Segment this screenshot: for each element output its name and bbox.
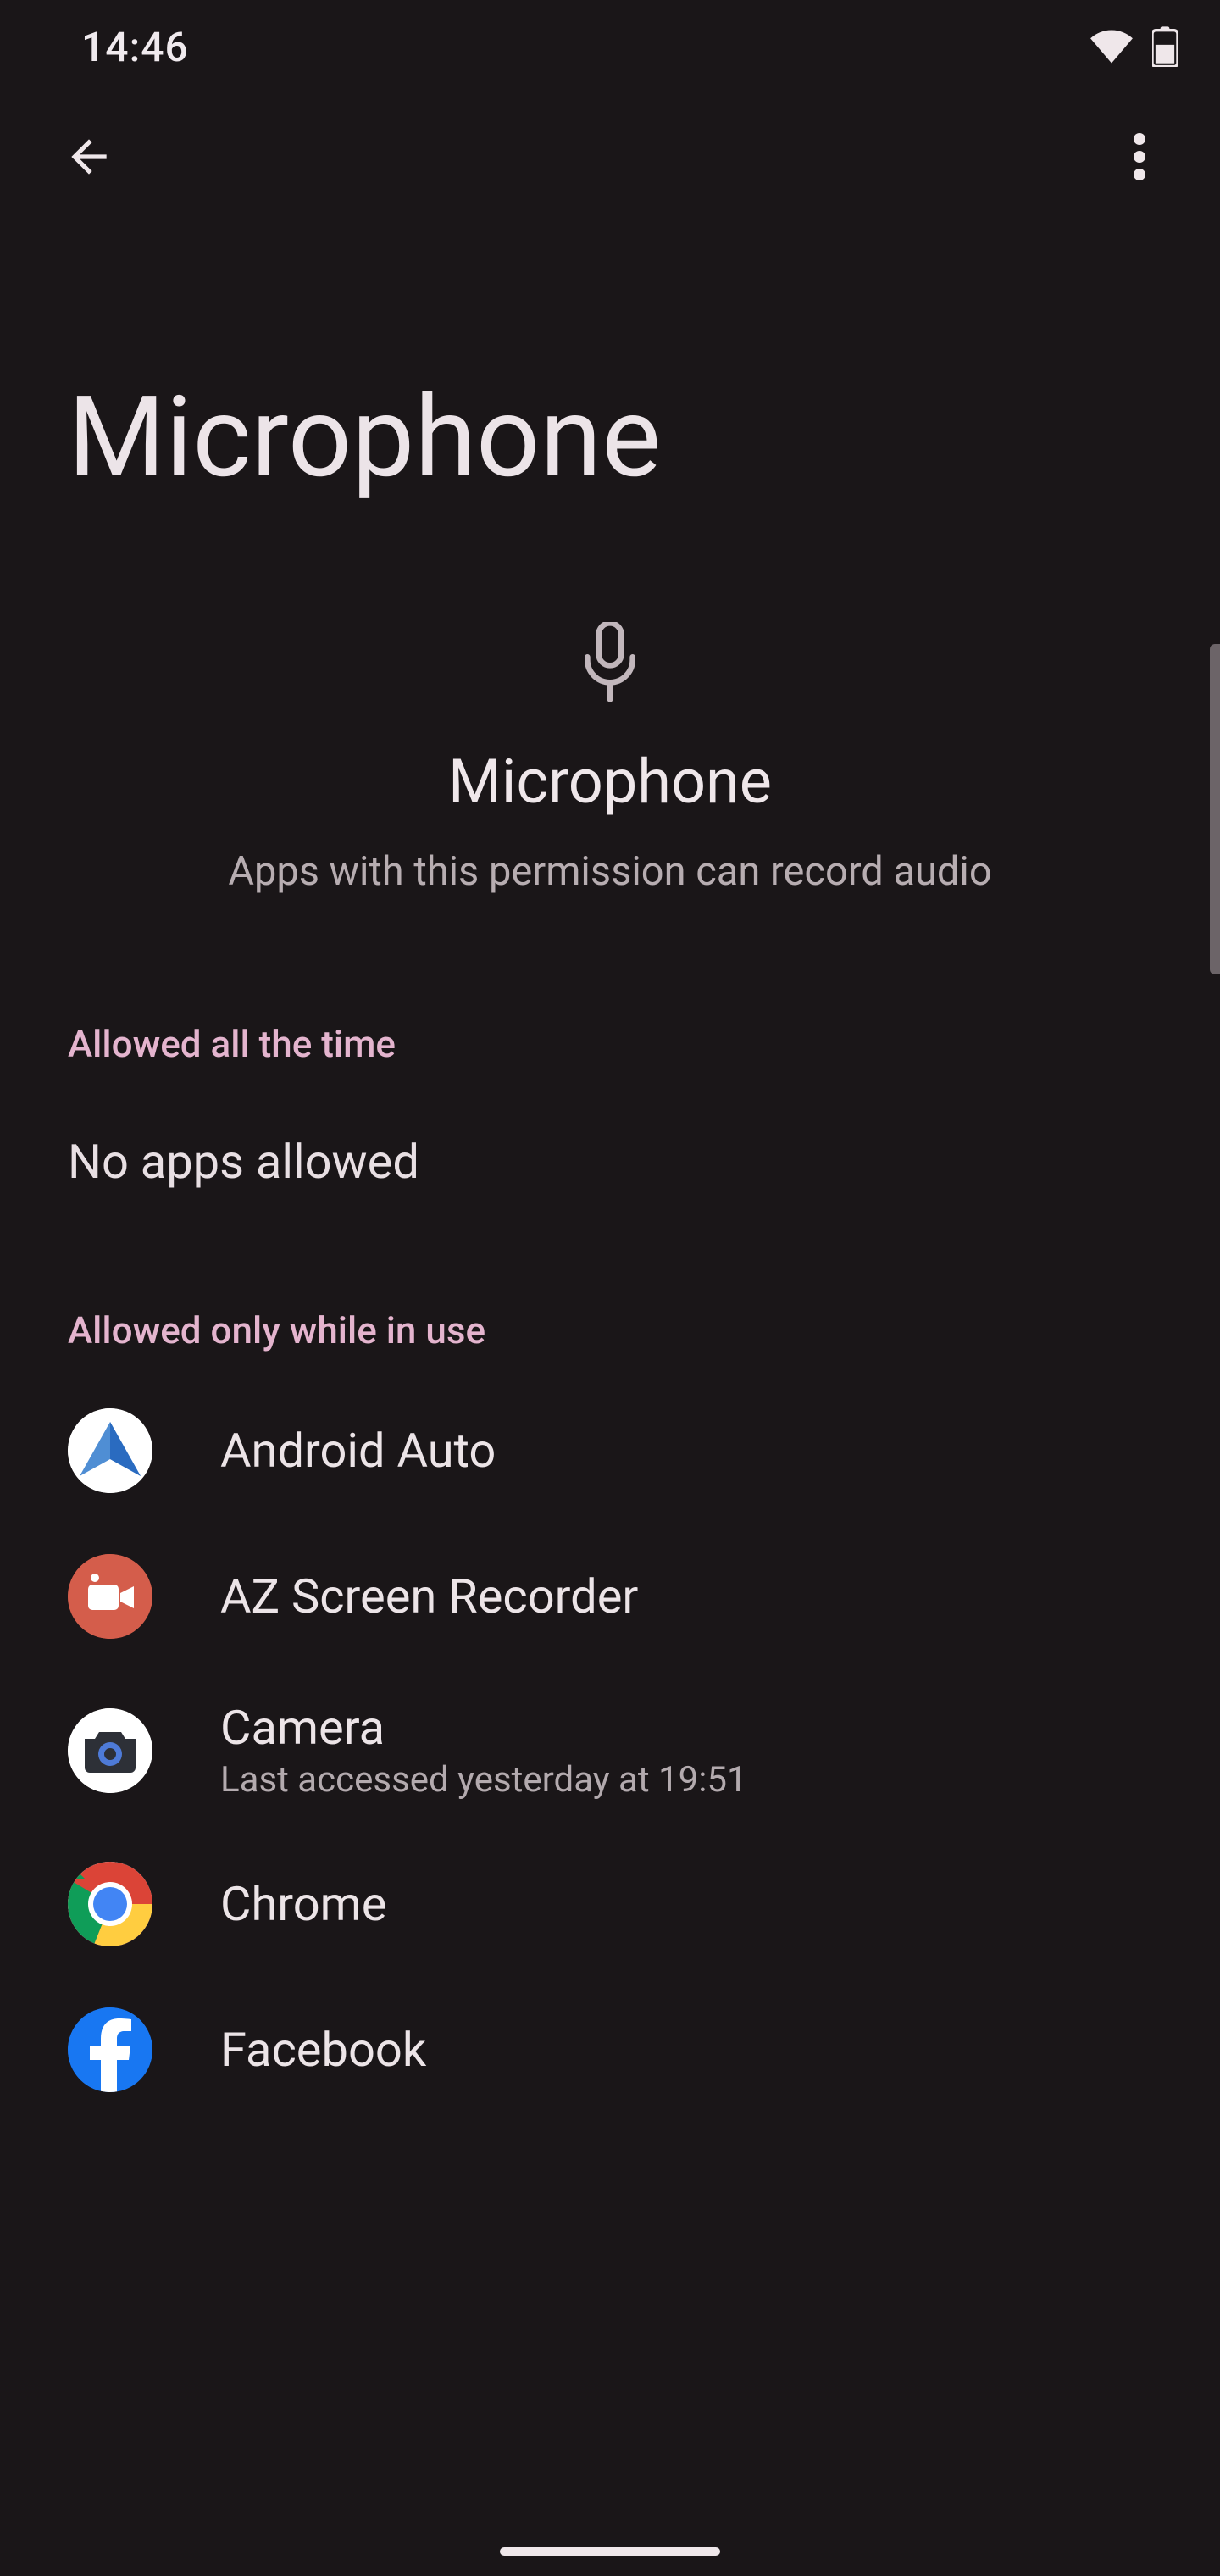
app-name-label: AZ Screen Recorder [220, 1568, 638, 1624]
overflow-menu-button[interactable] [1101, 119, 1178, 195]
permission-header: Microphone Apps with this permission can… [0, 597, 1220, 954]
app-name-label: Facebook [220, 2022, 426, 2078]
more-vert-icon [1134, 130, 1145, 183]
app-icon-chrome [68, 1862, 152, 1946]
app-icon-facebook [68, 2007, 152, 2092]
microphone-icon [576, 622, 644, 707]
permission-name: Microphone [448, 746, 772, 818]
app-icon-az-screen-recorder [68, 1554, 152, 1639]
app-row-android-auto[interactable]: Android Auto [0, 1378, 1220, 1524]
app-text: Android Auto [220, 1423, 496, 1479]
app-bar [0, 93, 1220, 220]
app-name-label: Camera [220, 1700, 747, 1756]
status-time: 14:46 [81, 23, 189, 71]
section-header-while-in-use: Allowed only while in use [0, 1232, 1220, 1378]
permission-description: Apps with this permission can record aud… [228, 848, 991, 895]
app-row-chrome[interactable]: Chrome [0, 1831, 1220, 1977]
app-text: Chrome [220, 1876, 386, 1932]
app-icon-camera [68, 1708, 152, 1793]
app-text: Facebook [220, 2022, 426, 2078]
status-icons [1090, 26, 1178, 67]
app-icon-android-auto [68, 1408, 152, 1493]
app-row-az-screen-recorder[interactable]: AZ Screen Recorder [0, 1524, 1220, 1669]
wifi-icon [1090, 30, 1134, 64]
battery-icon [1152, 26, 1178, 67]
app-row-facebook[interactable]: Facebook [0, 1977, 1220, 2123]
status-bar: 14:46 [0, 0, 1220, 93]
scrollbar-thumb[interactable] [1210, 644, 1220, 974]
section-header-all-time: Allowed all the time [0, 954, 1220, 1091]
screen-root: 14:46 [0, 0, 1220, 2576]
gesture-nav-handle[interactable] [500, 2547, 720, 2556]
app-name-label: Android Auto [220, 1423, 496, 1479]
app-row-camera[interactable]: Camera Last accessed yesterday at 19:51 [0, 1669, 1220, 1831]
app-text: AZ Screen Recorder [220, 1568, 638, 1624]
app-sub-label: Last accessed yesterday at 19:51 [220, 1759, 747, 1801]
page-title: Microphone [0, 220, 1220, 597]
no-apps-label: No apps allowed [0, 1091, 1220, 1232]
app-name-label: Chrome [220, 1876, 386, 1932]
app-text: Camera Last accessed yesterday at 19:51 [220, 1700, 747, 1801]
back-button[interactable] [51, 119, 127, 195]
arrow-left-icon [63, 130, 115, 183]
